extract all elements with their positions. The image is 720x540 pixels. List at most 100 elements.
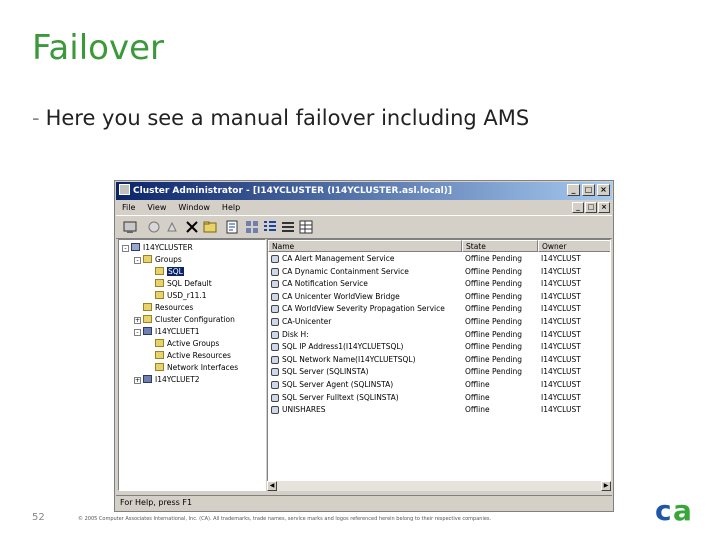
table-row[interactable]: CA Unicenter WorldView Bridge Offline Pen… xyxy=(268,291,610,304)
horizontal-scrollbar[interactable]: ◀ ▶ xyxy=(267,481,611,491)
menubar: File View Window Help _ □ × xyxy=(116,200,612,215)
menu-view[interactable]: View xyxy=(147,203,166,212)
window-titlebar[interactable]: Cluster Administrator - [I14YCLUSTER (I1… xyxy=(116,182,612,200)
details-view-icon[interactable] xyxy=(298,219,314,235)
tree-node-usd[interactable]: USD_r11.1 xyxy=(155,290,207,301)
table-row[interactable]: SQL IP Address1(I14YCLUETSQL) Offline Pen… xyxy=(268,341,610,354)
table-row[interactable]: SQL Server Agent (SQLINSTA) Offline I14YCL… xyxy=(268,379,610,392)
child-minimize-button[interactable]: _ xyxy=(572,202,584,213)
resource-name: CA Unicenter WorldView Bridge xyxy=(282,291,400,301)
tree-node-resources[interactable]: Resources xyxy=(143,302,193,313)
collapse-icon[interactable]: - xyxy=(134,257,141,264)
folder-icon xyxy=(155,279,164,287)
tree-node-active-resources[interactable]: Active Resources xyxy=(155,350,231,361)
tree-node-sql-default[interactable]: SQL Default xyxy=(155,278,212,289)
resource-state: Offline xyxy=(465,392,490,402)
app-icon xyxy=(119,184,130,195)
resource-icon xyxy=(271,330,279,339)
resource-state: Offline Pending xyxy=(465,367,522,377)
minimize-button[interactable]: _ xyxy=(567,184,580,196)
resource-owner: I14YCLUST xyxy=(541,354,581,364)
close-button[interactable]: × xyxy=(597,184,610,196)
resource-owner: I14YCLUST xyxy=(541,405,581,415)
column-header-owner[interactable]: Owner xyxy=(538,240,610,252)
column-header-state[interactable]: State xyxy=(462,240,538,252)
table-row[interactable]: UNISHARES Offline I14YCLUST xyxy=(268,404,610,417)
resource-state: Offline Pending xyxy=(465,317,522,326)
maximize-button[interactable]: □ xyxy=(582,184,595,196)
bring-online-icon[interactable] xyxy=(146,219,162,235)
small-icons-icon[interactable] xyxy=(262,219,278,235)
tree-node-network-interfaces[interactable]: Network Interfaces xyxy=(155,362,238,373)
properties-icon[interactable] xyxy=(224,219,240,235)
tree-node-groups[interactable]: - Groups xyxy=(134,254,182,265)
resource-icon xyxy=(271,355,279,364)
menu-file[interactable]: File xyxy=(122,203,135,212)
menu-window[interactable]: Window xyxy=(178,203,210,212)
scroll-right-icon[interactable]: ▶ xyxy=(601,481,611,491)
resource-name: SQL Network Name(I14YCLUETSQL) xyxy=(282,354,416,364)
collapse-icon[interactable]: - xyxy=(134,329,141,336)
take-offline-icon[interactable] xyxy=(164,219,180,235)
resource-name: SQL Server Fulltext (SQLINSTA) xyxy=(282,392,399,402)
tree-node-server-2[interactable]: + I14YCLUET2 xyxy=(134,374,200,385)
open-connection-icon[interactable] xyxy=(122,219,138,235)
child-close-button[interactable]: × xyxy=(598,202,610,213)
table-row[interactable]: SQL Server (SQLINSTA) Offline Pending I14Y… xyxy=(268,366,610,379)
resource-name: CA Dynamic Containment Service xyxy=(282,266,409,276)
folder-icon xyxy=(143,255,152,263)
tree-node-cluster-configuration[interactable]: + Cluster Configuration xyxy=(134,314,235,325)
table-row[interactable]: SQL Server Fulltext (SQLINSTA) Offline I14… xyxy=(268,392,610,405)
folder-icon xyxy=(155,267,164,275)
list-view-icon[interactable] xyxy=(280,219,296,235)
collapse-icon[interactable]: - xyxy=(122,245,129,252)
resource-owner: I14YCLUST xyxy=(541,342,581,352)
cluster-icon xyxy=(131,243,140,251)
server-icon xyxy=(143,327,152,335)
table-row[interactable]: CA Notification Service Offline Pending I1… xyxy=(268,278,610,291)
resource-name: Disk H: xyxy=(282,329,309,339)
folder-icon xyxy=(143,303,152,311)
large-icons-icon[interactable] xyxy=(244,219,260,235)
bullet-label: Here you see a manual failover including… xyxy=(45,106,530,130)
column-header-name[interactable]: Name xyxy=(268,240,462,252)
resource-name: SQL Server (SQLINSTA) xyxy=(282,367,369,377)
table-row[interactable]: CA Alert Management Service Offline Pendi… xyxy=(268,253,610,266)
bullet-text: - Here you see a manual failover includin… xyxy=(32,106,529,130)
slide-title: Failover xyxy=(32,28,164,68)
resource-name: CA-Unicenter xyxy=(282,317,332,326)
resource-icon xyxy=(271,255,279,263)
resource-state: Offline Pending xyxy=(465,254,522,263)
resource-owner: I14YCLUST xyxy=(541,367,581,377)
table-row[interactable]: CA Dynamic Containment Service Offline Pe… xyxy=(268,266,610,279)
resource-icon xyxy=(271,267,279,276)
window-title: Cluster Administrator - [I14YCLUSTER (I1… xyxy=(133,186,452,196)
child-restore-button[interactable]: □ xyxy=(585,202,597,213)
copyright-text: © 2005 Computer Associates International… xyxy=(78,516,492,522)
table-row[interactable]: CA-Unicenter Offline Pending I14YCLUST xyxy=(268,316,610,329)
resource-state: Offline Pending xyxy=(465,354,522,364)
server-icon xyxy=(143,375,152,383)
bullet-dash: - xyxy=(32,106,40,130)
scroll-left-icon[interactable]: ◀ xyxy=(267,481,277,491)
tree-node-server-1[interactable]: - I14YCLUET1 xyxy=(134,326,200,337)
table-row[interactable]: SQL Network Name(I14YCLUETSQL) Offline Pe… xyxy=(268,354,610,367)
expand-icon[interactable]: + xyxy=(134,317,141,324)
resource-icon xyxy=(271,280,279,289)
ca-logo: c a xyxy=(654,494,694,527)
resource-owner: I14YCLUST xyxy=(541,279,581,289)
resource-list: Name State Owner CA Alert Management Ser… xyxy=(267,239,611,491)
tree-node-active-groups[interactable]: Active Groups xyxy=(155,338,219,349)
move-group-icon[interactable] xyxy=(202,219,218,235)
table-row[interactable]: Disk H: Offline Pending I14YCLUST xyxy=(268,329,610,342)
delete-icon[interactable] xyxy=(184,219,200,235)
expand-icon[interactable]: + xyxy=(134,377,141,384)
table-row[interactable]: CA WorldView Severity Propagation Servic… xyxy=(268,303,610,316)
resource-state: Offline Pending xyxy=(465,329,522,339)
resource-name: CA Alert Management Service xyxy=(282,254,395,263)
menu-help[interactable]: Help xyxy=(222,203,240,212)
tree-node-cluster[interactable]: - I14YCLUSTER xyxy=(122,242,193,253)
resource-state: Offline Pending xyxy=(465,342,522,352)
tree-node-sql[interactable]: SQL xyxy=(155,266,184,277)
resource-name: CA Notification Service xyxy=(282,279,368,289)
